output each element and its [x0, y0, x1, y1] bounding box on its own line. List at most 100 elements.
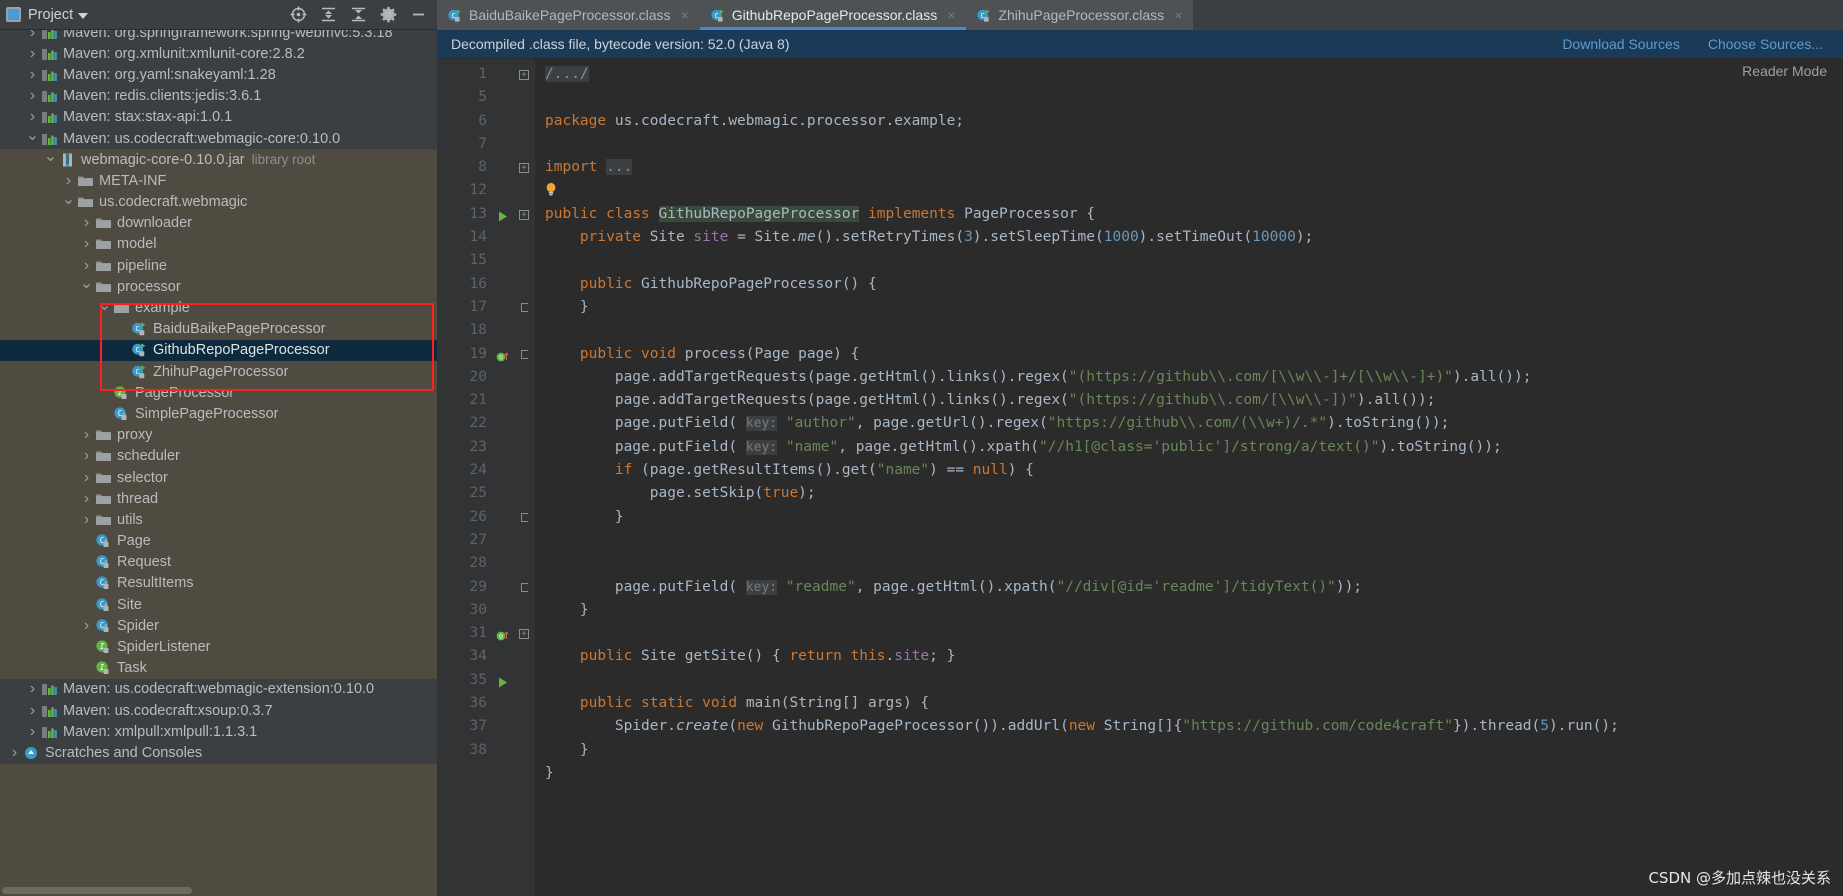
chevron-right-icon[interactable]: ›	[24, 702, 41, 720]
fold-expand-icon[interactable]: +	[519, 629, 529, 640]
choose-sources-link[interactable]: Choose Sources...	[1708, 36, 1823, 52]
expand-all-icon[interactable]	[320, 6, 337, 23]
code-line[interactable]	[545, 529, 1843, 552]
tree-row[interactable]: C Site	[0, 594, 437, 615]
tree-row[interactable]: › thread	[0, 488, 437, 509]
tree-row[interactable]: C ResultItems	[0, 573, 437, 594]
code-line[interactable]: private Site site = Site.me().setRetryTi…	[545, 226, 1843, 249]
tree-row[interactable]: › Maven: org.springframework:spring-webmv…	[0, 30, 437, 44]
code-line[interactable]: page.putField( key: "readme", page.getHt…	[545, 576, 1843, 599]
code-line[interactable]: import ...	[545, 156, 1843, 179]
tree-row[interactable]: › model	[0, 234, 437, 255]
code-line[interactable]	[545, 669, 1843, 692]
implementing-method-icon[interactable]: O	[496, 348, 509, 361]
tree-row[interactable]: ⌄ processor	[0, 276, 437, 297]
run-gutter-icon[interactable]	[496, 674, 509, 688]
tree-row[interactable]: C BaiduBaikePageProcessor	[0, 319, 437, 340]
project-tree-panel[interactable]: › Maven: org.springframework:spring-webmv…	[0, 30, 437, 896]
tree-row[interactable]: › downloader	[0, 213, 437, 234]
tree-row[interactable]: ⌄ webmagic-core-0.10.0.jar library root	[0, 149, 437, 170]
fold-expand-icon[interactable]: +	[519, 209, 529, 220]
tree-row[interactable]: ⌄ Maven: us.codecraft:webmagic-core:0.10.…	[0, 128, 437, 150]
chevron-down-icon[interactable]: ⌄	[60, 191, 77, 209]
close-icon[interactable]: ×	[1174, 7, 1182, 23]
code-line[interactable]	[545, 249, 1843, 272]
editor-tab-githubrepo[interactable]: C GithubRepoPageProcessor.class ×	[699, 0, 967, 30]
tree-row[interactable]: › Maven: us.codecraft:webmagic-extension:…	[0, 678, 437, 700]
chevron-right-icon[interactable]: ›	[24, 30, 41, 42]
chevron-right-icon[interactable]: ›	[78, 447, 95, 465]
chevron-right-icon[interactable]: ›	[24, 680, 41, 698]
chevron-right-icon[interactable]: ›	[78, 469, 95, 487]
folded-comment[interactable]: /.../	[545, 66, 589, 82]
code-area[interactable]: Reader Mode 1 5 6 7 8 12 13 14 15 16 17 18 19 O 20 21 22…	[437, 59, 1843, 896]
code-line[interactable]	[545, 133, 1843, 156]
tree-row[interactable]: › scheduler	[0, 446, 437, 467]
chevron-right-icon[interactable]: ›	[24, 66, 41, 84]
reader-mode-label[interactable]: Reader Mode	[1742, 63, 1827, 79]
editor-tab-zhihu[interactable]: C ZhihuPageProcessor.class ×	[966, 0, 1194, 30]
code-line[interactable]: public GithubRepoPageProcessor() {	[545, 273, 1843, 296]
chevron-right-icon[interactable]: ›	[24, 723, 41, 741]
chevron-right-icon[interactable]: ›	[24, 45, 41, 63]
tree-row[interactable]: C SimplePageProcessor	[0, 403, 437, 424]
tree-row[interactable]: › Scratches and Consoles	[0, 742, 437, 764]
code-line[interactable]: }	[545, 296, 1843, 319]
code-line[interactable]: /.../	[545, 63, 1843, 86]
chevron-right-icon[interactable]: ›	[78, 426, 95, 444]
tree-row[interactable]: › pipeline	[0, 255, 437, 276]
tree-row[interactable]: › C Spider	[0, 615, 437, 636]
tree-row[interactable]: › Maven: redis.clients:jedis:3.6.1	[0, 85, 437, 107]
tree-row[interactable]: C ZhihuPageProcessor	[0, 361, 437, 382]
chevron-down-icon[interactable]: ⌄	[78, 276, 95, 293]
tree-row[interactable]: › selector	[0, 467, 437, 488]
code-line[interactable]	[545, 319, 1843, 342]
code-line[interactable]: if (page.getResultItems().get("name") ==…	[545, 459, 1843, 482]
tree-row[interactable]: ⌄ us.codecraft.webmagic	[0, 191, 437, 213]
editor-tab-baidubaike[interactable]: C BaiduBaikePageProcessor.class ×	[437, 0, 700, 30]
project-toolwindow-header[interactable]: Project	[0, 0, 437, 30]
tree-row[interactable]: ⌄ example	[0, 297, 437, 318]
chevron-right-icon[interactable]: ›	[78, 617, 95, 635]
fold-collapse-icon[interactable]	[521, 349, 528, 359]
code-line[interactable]	[545, 86, 1843, 109]
tree-row[interactable]: › utils	[0, 509, 437, 530]
chevron-right-icon[interactable]: ›	[78, 490, 95, 508]
code-line[interactable]: }	[545, 506, 1843, 529]
code-line[interactable]: page.addTargetRequests(page.getHtml().li…	[545, 366, 1843, 389]
fold-collapse-icon[interactable]	[521, 512, 528, 522]
code-line[interactable]: public void process(Page page) {	[545, 343, 1843, 366]
tree-row[interactable]: › Maven: us.codecraft:xsoup:0.3.7	[0, 700, 437, 722]
chevron-right-icon[interactable]: ›	[60, 172, 77, 190]
close-icon[interactable]: ×	[947, 7, 955, 23]
tree-row[interactable]: › Maven: org.xmlunit:xmlunit-core:2.8.2	[0, 43, 437, 65]
fold-expand-icon[interactable]: +	[519, 70, 529, 80]
tree-row[interactable]: I PageProcessor	[0, 382, 437, 403]
code-line[interactable]	[545, 622, 1843, 645]
code-line[interactable]: Spider.create(new GithubRepoPageProcesso…	[545, 715, 1843, 738]
code-line[interactable]: public Site getSite() { return this.site…	[545, 645, 1843, 668]
tree-row[interactable]: › META-INF	[0, 170, 437, 191]
sidebar-horizontal-scrollbar[interactable]	[0, 887, 437, 896]
fold-expand-icon[interactable]: +	[519, 163, 529, 174]
run-gutter-icon[interactable]	[496, 208, 509, 222]
implementing-method-icon[interactable]: O	[496, 627, 509, 641]
chevron-right-icon[interactable]: ›	[6, 744, 23, 762]
code-line[interactable]: package us.codecraft.webmagic.processor.…	[545, 110, 1843, 133]
code-lines[interactable]: /.../ package us.codecraft.webmagic.proce…	[535, 59, 1843, 896]
code-line[interactable]: page.putField( key: "author", page.getUr…	[545, 412, 1843, 435]
folded-imports[interactable]: ...	[606, 159, 633, 176]
code-line[interactable]: page.putField( key: "name", page.getHtml…	[545, 436, 1843, 459]
chevron-right-icon[interactable]: ›	[24, 108, 41, 126]
chevron-down-icon[interactable]	[78, 12, 89, 19]
chevron-right-icon[interactable]: ›	[78, 214, 95, 232]
line-number-gutter[interactable]: 1 5 6 7 8 12 13 14 15 16 17 18 19 O 20 21 22 23 24 25 26 27 28…	[437, 59, 515, 896]
code-line[interactable]: page.addTargetRequests(page.getHtml().li…	[545, 389, 1843, 412]
chevron-right-icon[interactable]: ›	[78, 511, 95, 529]
chevron-right-icon[interactable]: ›	[78, 257, 95, 275]
intention-bulb-icon[interactable]	[545, 182, 557, 196]
hide-toolwindow-icon[interactable]	[410, 6, 427, 23]
code-line[interactable]: page.setSkip(true);	[545, 482, 1843, 505]
chevron-down-icon[interactable]: ⌄	[96, 297, 113, 315]
tree-row[interactable]: I Task	[0, 658, 437, 679]
